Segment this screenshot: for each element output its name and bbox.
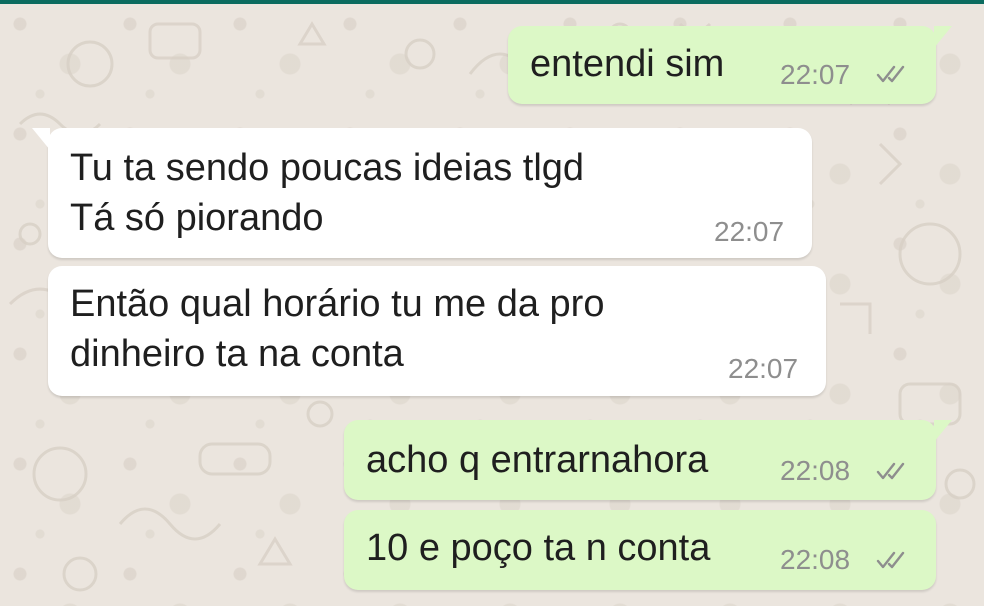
message-bubble-outgoing[interactable]: acho q entrarnahora 22:08 <box>344 420 952 500</box>
message-time: 22:07 <box>714 216 785 247</box>
double-check-icon <box>876 65 905 83</box>
double-check-icon <box>876 551 905 569</box>
message-text: acho q entrarnahora <box>366 439 709 481</box>
message-time: 22:07 <box>780 59 851 90</box>
message-time: 22:08 <box>780 455 851 486</box>
message-time: 22:07 <box>728 353 799 384</box>
message-text: 10 e poço ta n conta <box>366 527 711 569</box>
message-time: 22:08 <box>780 544 851 575</box>
message-bubble-incoming[interactable]: Então qual horário tu me da pro 22:07 di… <box>48 266 826 396</box>
message-text-line: Tu ta sendo poucas ideias tlgd <box>70 147 585 189</box>
double-check-icon <box>876 462 905 480</box>
message-text: entendi sim <box>530 43 725 85</box>
message-bubble-incoming[interactable]: Tu ta sendo poucas ideias tlgd Tá só pio… <box>32 128 812 258</box>
message-text-line: dinheiro ta na conta <box>70 333 404 375</box>
message-bubble-outgoing[interactable]: entendi sim 22:07 <box>508 26 952 104</box>
message-text-line: Tá só piorando <box>70 197 324 239</box>
message-text-line: Então qual horário tu me da pro <box>70 283 605 325</box>
message-bubble-outgoing[interactable]: 10 e poço ta n conta 22:08 <box>344 510 936 590</box>
